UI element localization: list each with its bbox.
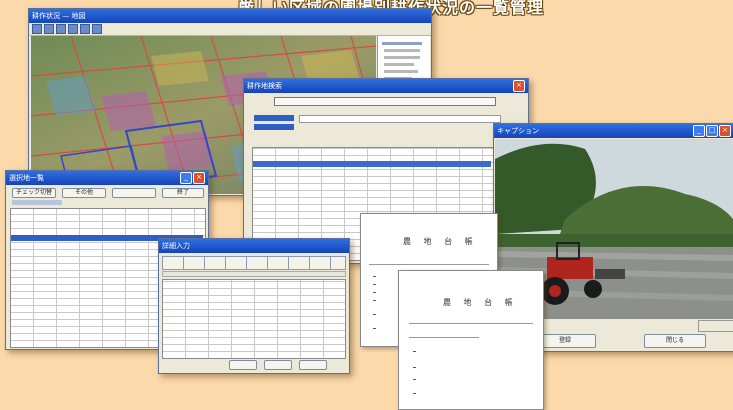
form-window[interactable]: 詳細入力 xyxy=(158,238,350,374)
table-window-title: 選択地一覧 xyxy=(9,174,44,182)
form-close-button[interactable] xyxy=(299,360,327,370)
photo-window-title: キャプション xyxy=(497,127,539,135)
form-ok-button[interactable] xyxy=(229,360,257,370)
document-title: 農 地 台 帳 xyxy=(443,298,518,307)
form-window-title: 詳細入力 xyxy=(162,242,190,250)
search-input[interactable] xyxy=(299,115,501,123)
measure-icon[interactable] xyxy=(80,24,90,34)
print-icon[interactable] xyxy=(92,24,102,34)
form-window-titlebar[interactable]: 詳細入力 xyxy=(159,239,349,253)
form-field-row[interactable] xyxy=(162,271,346,277)
check-toggle-button[interactable]: チェック切替 xyxy=(12,188,56,198)
exit-button[interactable]: 終了 xyxy=(162,188,204,198)
close-icon[interactable]: × xyxy=(193,172,205,184)
register-document-2: 農 地 台 帳 xyxy=(398,270,544,410)
form-cancel-button[interactable] xyxy=(264,360,292,370)
close-icon[interactable]: × xyxy=(719,125,731,137)
form-tab-strip[interactable] xyxy=(162,256,346,270)
search-window-titlebar[interactable]: 耕作地検索 × xyxy=(244,79,528,93)
search-field-2[interactable] xyxy=(254,124,294,130)
table-window-titlebar[interactable]: 選択地一覧 _ × xyxy=(6,171,208,185)
maximize-icon[interactable]: □ xyxy=(706,125,718,137)
photo-scrollbar[interactable] xyxy=(698,320,733,332)
pan-icon[interactable] xyxy=(56,24,66,34)
map-window-titlebar[interactable]: 耕作状況 — 地図 xyxy=(29,9,431,23)
map-toolbar xyxy=(29,23,431,36)
search-field-1[interactable] xyxy=(254,115,294,121)
map-window-title: 耕作状況 — 地図 xyxy=(32,12,86,20)
close-button[interactable]: 閉じる xyxy=(644,334,706,348)
close-icon[interactable]: × xyxy=(513,80,525,92)
search-selected-row[interactable] xyxy=(253,161,491,167)
zoom-out-icon[interactable] xyxy=(44,24,54,34)
search-header-bar xyxy=(274,97,496,106)
photo-window-titlebar[interactable]: キャプション _ □ × xyxy=(494,124,733,138)
zoom-in-icon[interactable] xyxy=(32,24,42,34)
table-subheader xyxy=(12,200,62,205)
document-title: 農 地 台 帳 xyxy=(403,237,478,246)
extra-button[interactable] xyxy=(112,188,156,198)
minimize-icon[interactable]: _ xyxy=(693,125,705,137)
other-button[interactable]: その他 xyxy=(62,188,106,198)
minimize-icon[interactable]: _ xyxy=(180,172,192,184)
select-icon[interactable] xyxy=(68,24,78,34)
search-window-title: 耕作地検索 xyxy=(247,82,282,90)
form-detail-table[interactable] xyxy=(162,279,346,359)
